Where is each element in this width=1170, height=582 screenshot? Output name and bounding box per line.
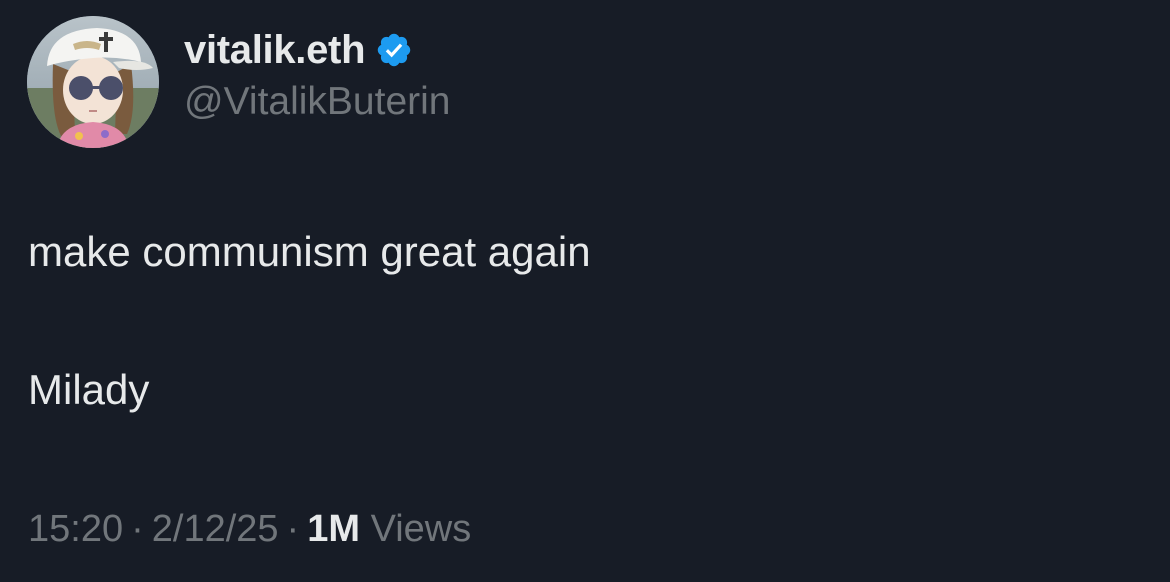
tweet-text: make communism great again Milady [28, 226, 591, 416]
tweet-card: vitalik.eth @VitalikButerin make communi… [0, 0, 1170, 582]
views-count[interactable]: 1M [307, 508, 360, 550]
tweet-time[interactable]: 15:20 [28, 508, 123, 550]
user-handle[interactable]: @VitalikButerin [184, 79, 451, 125]
tweet-date[interactable]: 2/12/25 [152, 508, 279, 550]
meta-separator: · [286, 508, 300, 550]
tweet-paragraph: Milady [28, 366, 150, 413]
meta-separator: · [131, 508, 144, 550]
display-name[interactable]: vitalik.eth [184, 27, 366, 73]
avatar[interactable] [27, 16, 159, 148]
name-row: vitalik.eth [184, 27, 451, 73]
milady-avatar-icon [27, 16, 159, 148]
verified-badge-icon[interactable] [375, 31, 413, 69]
tweet-paragraph: make communism great again [28, 228, 591, 275]
author-block: vitalik.eth @VitalikButerin [184, 27, 451, 125]
tweet-meta: 15:20 · 2/12/25 · 1M Views [28, 506, 471, 552]
views-label[interactable]: Views [371, 508, 472, 550]
